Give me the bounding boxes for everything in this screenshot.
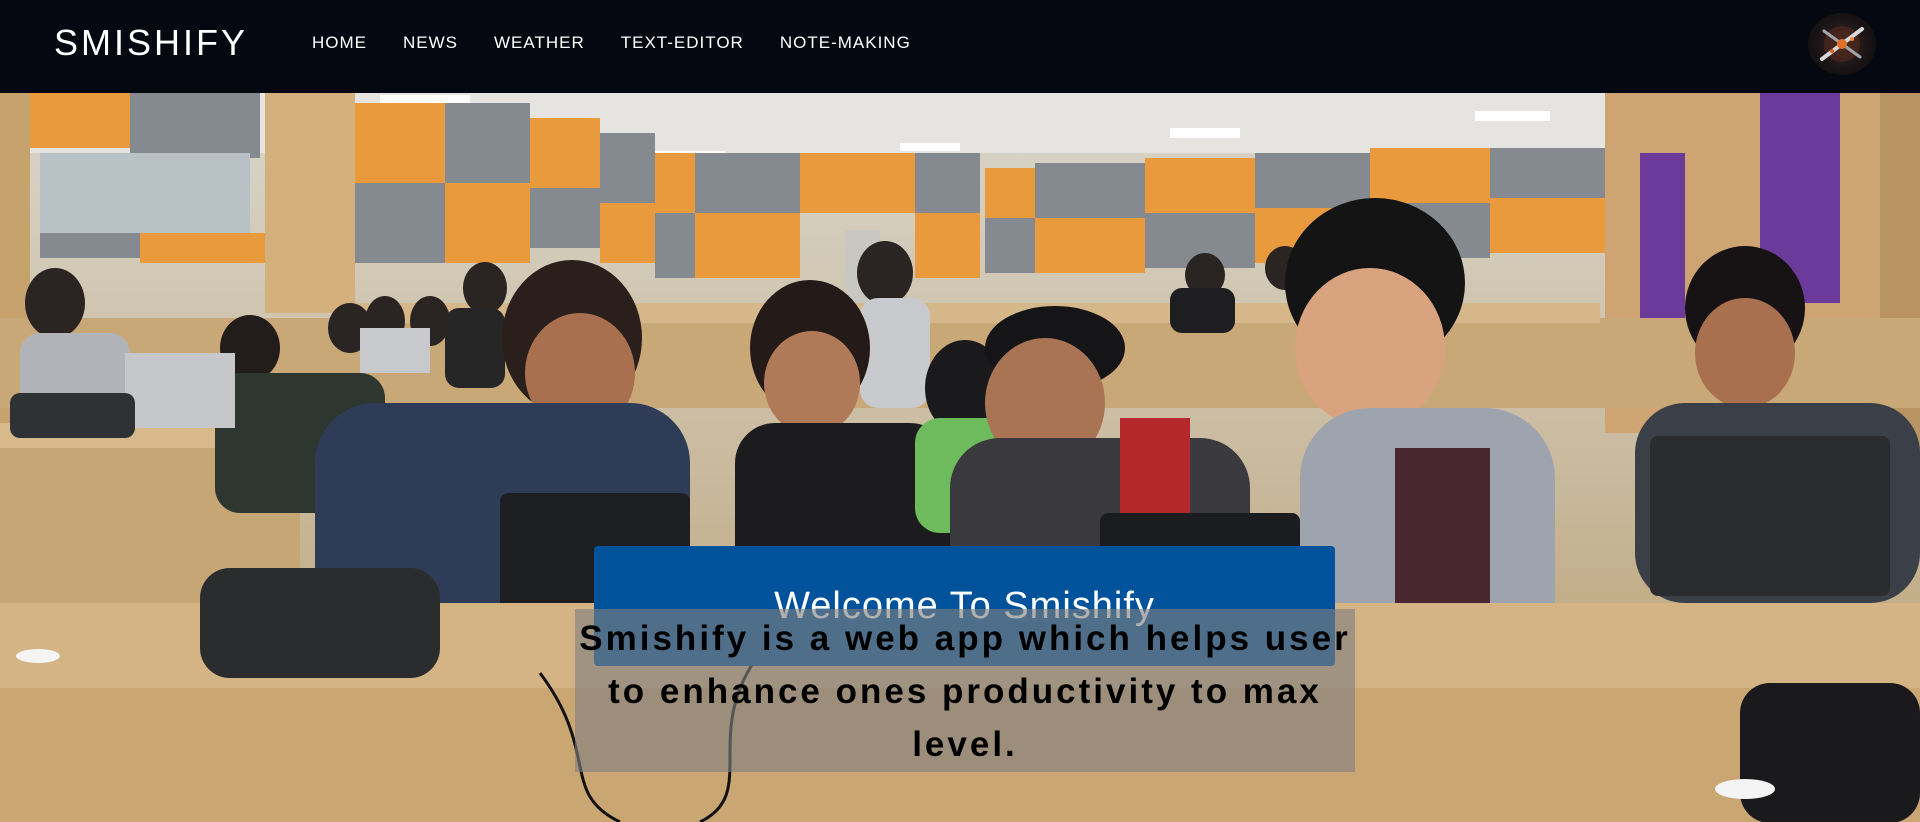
hero-tagline: Smishify is a web app which helps user t… bbox=[579, 619, 1351, 764]
nav-item-home[interactable]: HOME bbox=[312, 33, 367, 53]
top-navbar: SMISHIFY HOME NEWS WEATHER TEXT-EDITOR N… bbox=[0, 0, 1920, 93]
avatar-swords-icon bbox=[1820, 26, 1864, 62]
brand-logo-text[interactable]: SMISHIFY bbox=[54, 22, 248, 64]
nav-links: HOME NEWS WEATHER TEXT-EDITOR NOTE-MAKIN… bbox=[312, 33, 947, 53]
nav-item-text-editor[interactable]: TEXT-EDITOR bbox=[621, 33, 744, 53]
user-avatar[interactable] bbox=[1808, 13, 1876, 75]
nav-item-note-making[interactable]: NOTE-MAKING bbox=[780, 33, 911, 53]
nav-item-news[interactable]: NEWS bbox=[403, 33, 458, 53]
nav-item-weather[interactable]: WEATHER bbox=[494, 33, 585, 53]
